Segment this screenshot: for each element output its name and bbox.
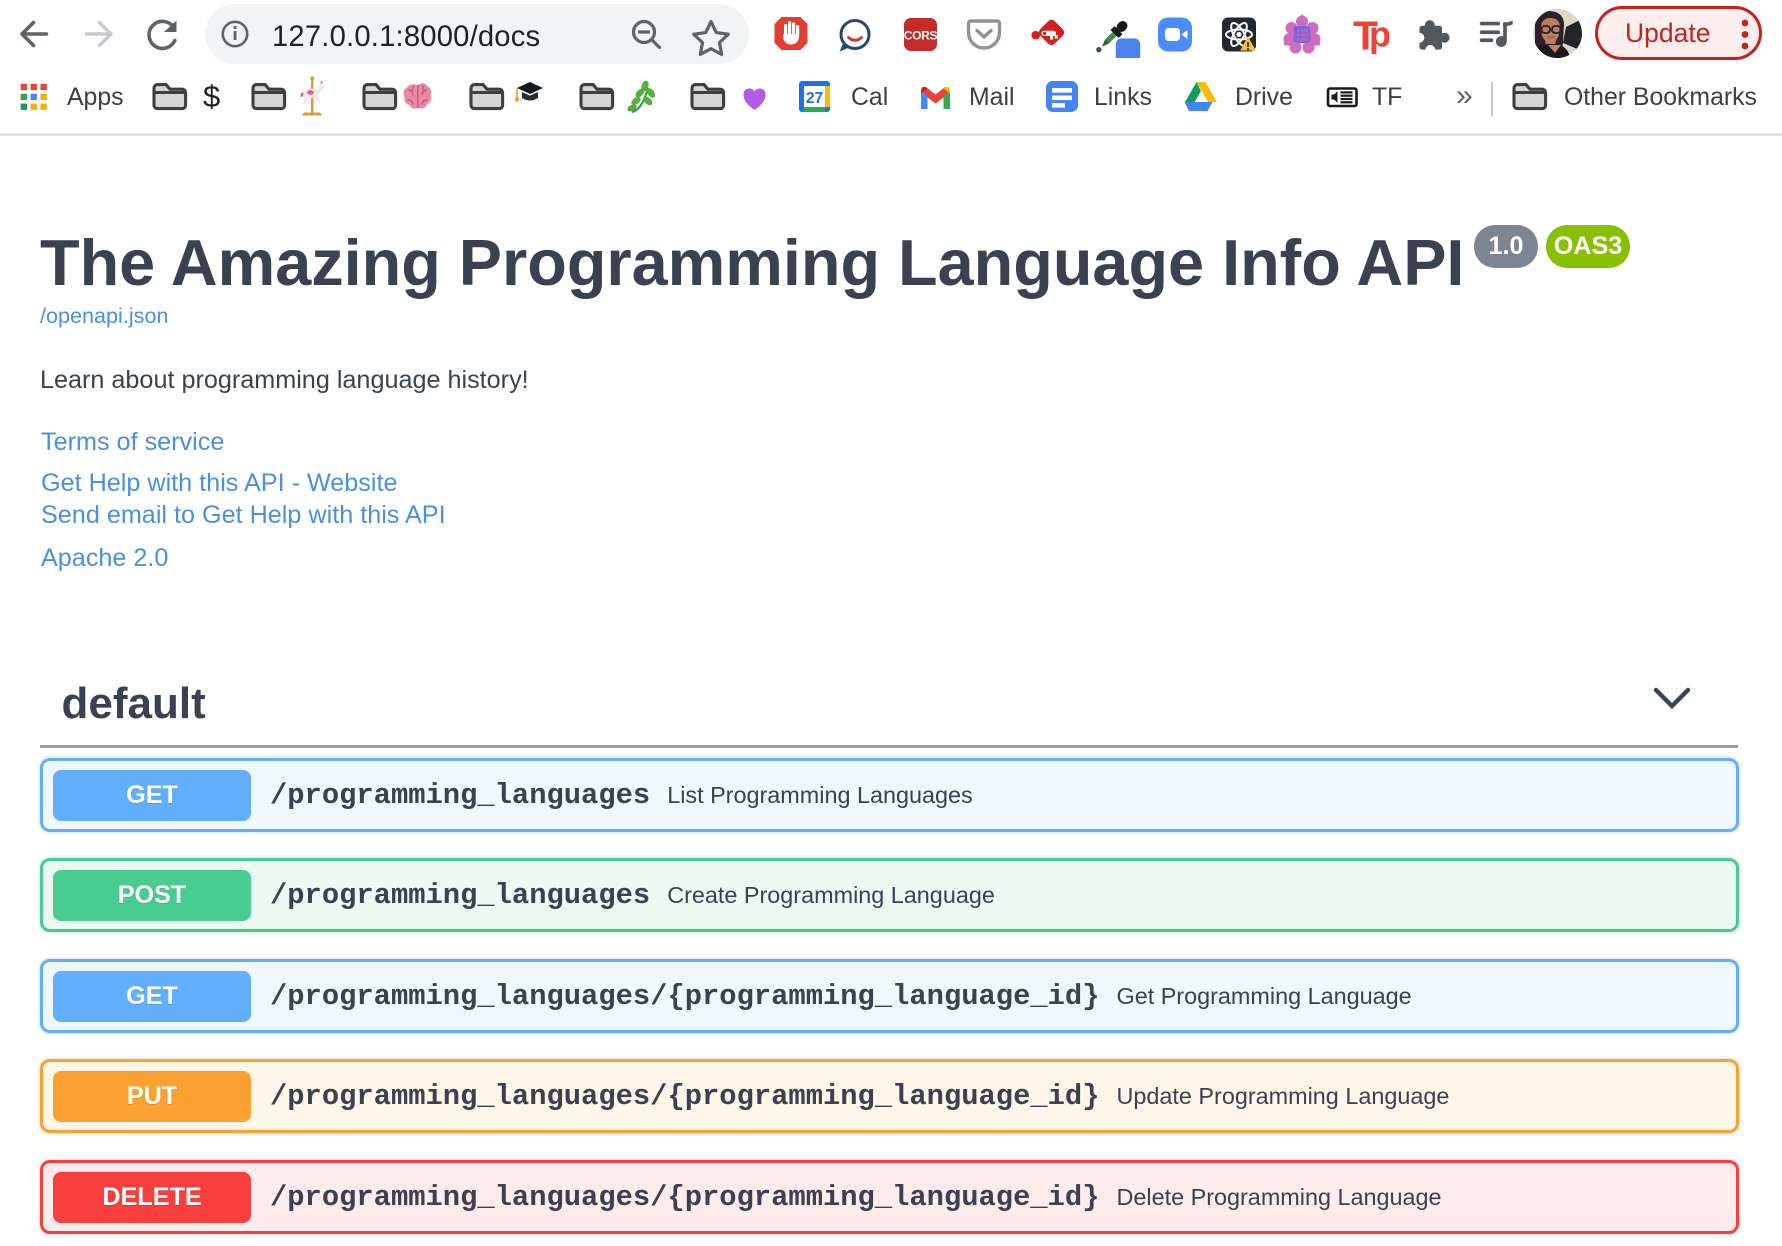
svg-text:CORS: CORS	[904, 29, 938, 43]
svg-text:27: 27	[806, 90, 823, 107]
svg-text:$: $	[203, 79, 220, 114]
svg-text:p: p	[1369, 14, 1391, 55]
